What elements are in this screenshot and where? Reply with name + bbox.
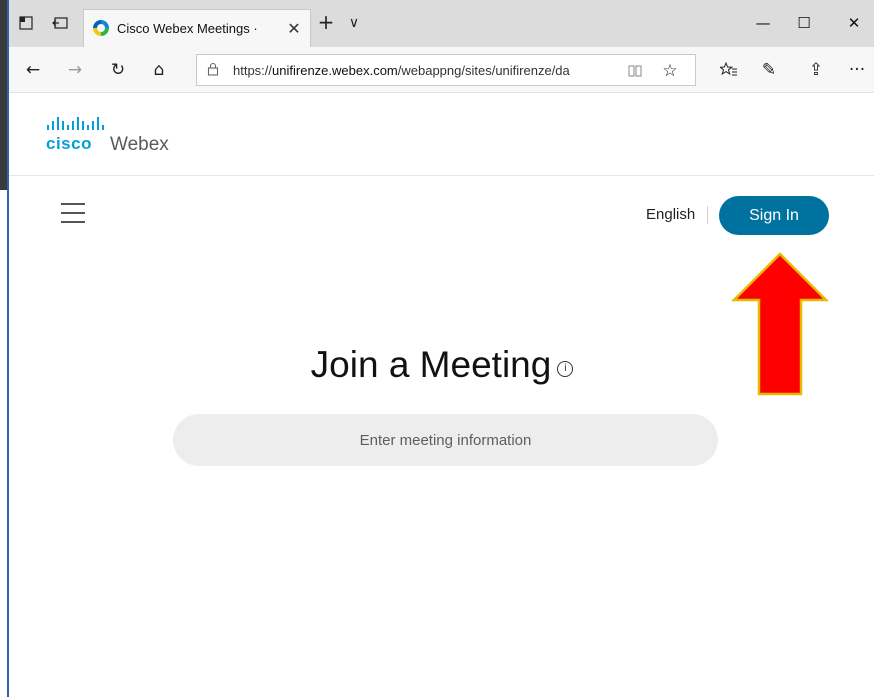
- sign-in-button[interactable]: Sign In: [719, 196, 829, 235]
- cisco-bars-icon: [47, 117, 104, 130]
- hamburger-line: [61, 203, 85, 205]
- hamburger-line: [61, 212, 85, 214]
- set-aside-svg: [52, 17, 68, 29]
- forward-button[interactable]: →: [63, 58, 87, 82]
- info-icon[interactable]: i: [557, 361, 574, 378]
- join-meeting-title: Join a Meeting: [310, 344, 552, 385]
- back-button[interactable]: ←: [21, 58, 45, 82]
- more-options-icon[interactable]: ···: [845, 58, 869, 82]
- url-path: /webappng/sites/unifirenze/da: [397, 63, 570, 78]
- maximize-button[interactable]: ☐: [787, 10, 821, 36]
- meeting-info-input[interactable]: [173, 414, 718, 466]
- hamburger-menu-icon[interactable]: [61, 203, 87, 225]
- pen-notes-icon[interactable]: ✎: [757, 58, 781, 82]
- new-tab-button[interactable]: +: [315, 10, 337, 34]
- language-divider: [707, 206, 708, 224]
- cisco-webex-logo[interactable]: cisco Webex: [46, 117, 196, 157]
- tab-title: Cisco Webex Meetings ·: [117, 21, 258, 36]
- home-button[interactable]: ⌂: [147, 58, 171, 82]
- window-edge-dark: [0, 0, 7, 190]
- tab-close-icon[interactable]: ✕: [283, 17, 305, 39]
- minimize-button[interactable]: —: [746, 10, 780, 36]
- set-aside-tabs-icon[interactable]: [49, 12, 71, 34]
- webex-wordmark: Webex: [110, 134, 169, 155]
- webex-page-header: cisco Webex: [9, 93, 874, 176]
- url-domain: unifirenze.webex.com: [272, 63, 398, 78]
- tab-list-chevron-icon[interactable]: ∨: [343, 12, 365, 34]
- webex-favicon-icon: [93, 20, 109, 36]
- browser-navbar: ← → ↻ ⌂ https://unifirenze.webex.com/web…: [9, 47, 874, 93]
- language-selector[interactable]: English: [646, 206, 695, 223]
- lock-icon: [207, 62, 223, 78]
- url-prefix: https://: [233, 63, 273, 78]
- address-bar[interactable]: https://unifirenze.webex.com/webappng/si…: [196, 54, 696, 86]
- add-favorite-star-icon[interactable]: ☆: [659, 60, 681, 82]
- browser-titlebar: Cisco Webex Meetings · ✕ + ∨ — ☐ ✕: [9, 0, 874, 47]
- favorites-list-icon[interactable]: [717, 58, 741, 82]
- refresh-button[interactable]: ↻: [106, 58, 130, 82]
- url-text[interactable]: https://unifirenze.webex.com/webappng/si…: [233, 63, 625, 78]
- screenshot-root: Cisco Webex Meetings · ✕ + ∨ — ☐ ✕ ← → ↻…: [0, 0, 874, 697]
- reading-view-svg: [628, 65, 642, 77]
- tab-actions-icon[interactable]: [15, 12, 37, 34]
- lock-svg: [207, 62, 219, 76]
- tab-actions-svg: [19, 16, 33, 30]
- favorites-list-svg: [720, 62, 737, 76]
- join-meeting-heading: Join a Meeting i: [0, 344, 874, 386]
- hamburger-line: [61, 221, 85, 223]
- tab-cisco-webex[interactable]: Cisco Webex Meetings · ✕: [83, 9, 311, 47]
- reading-view-icon[interactable]: [625, 61, 645, 81]
- share-icon[interactable]: ⇪: [804, 58, 828, 82]
- close-window-button[interactable]: ✕: [837, 10, 871, 36]
- cisco-wordmark: cisco: [46, 134, 92, 153]
